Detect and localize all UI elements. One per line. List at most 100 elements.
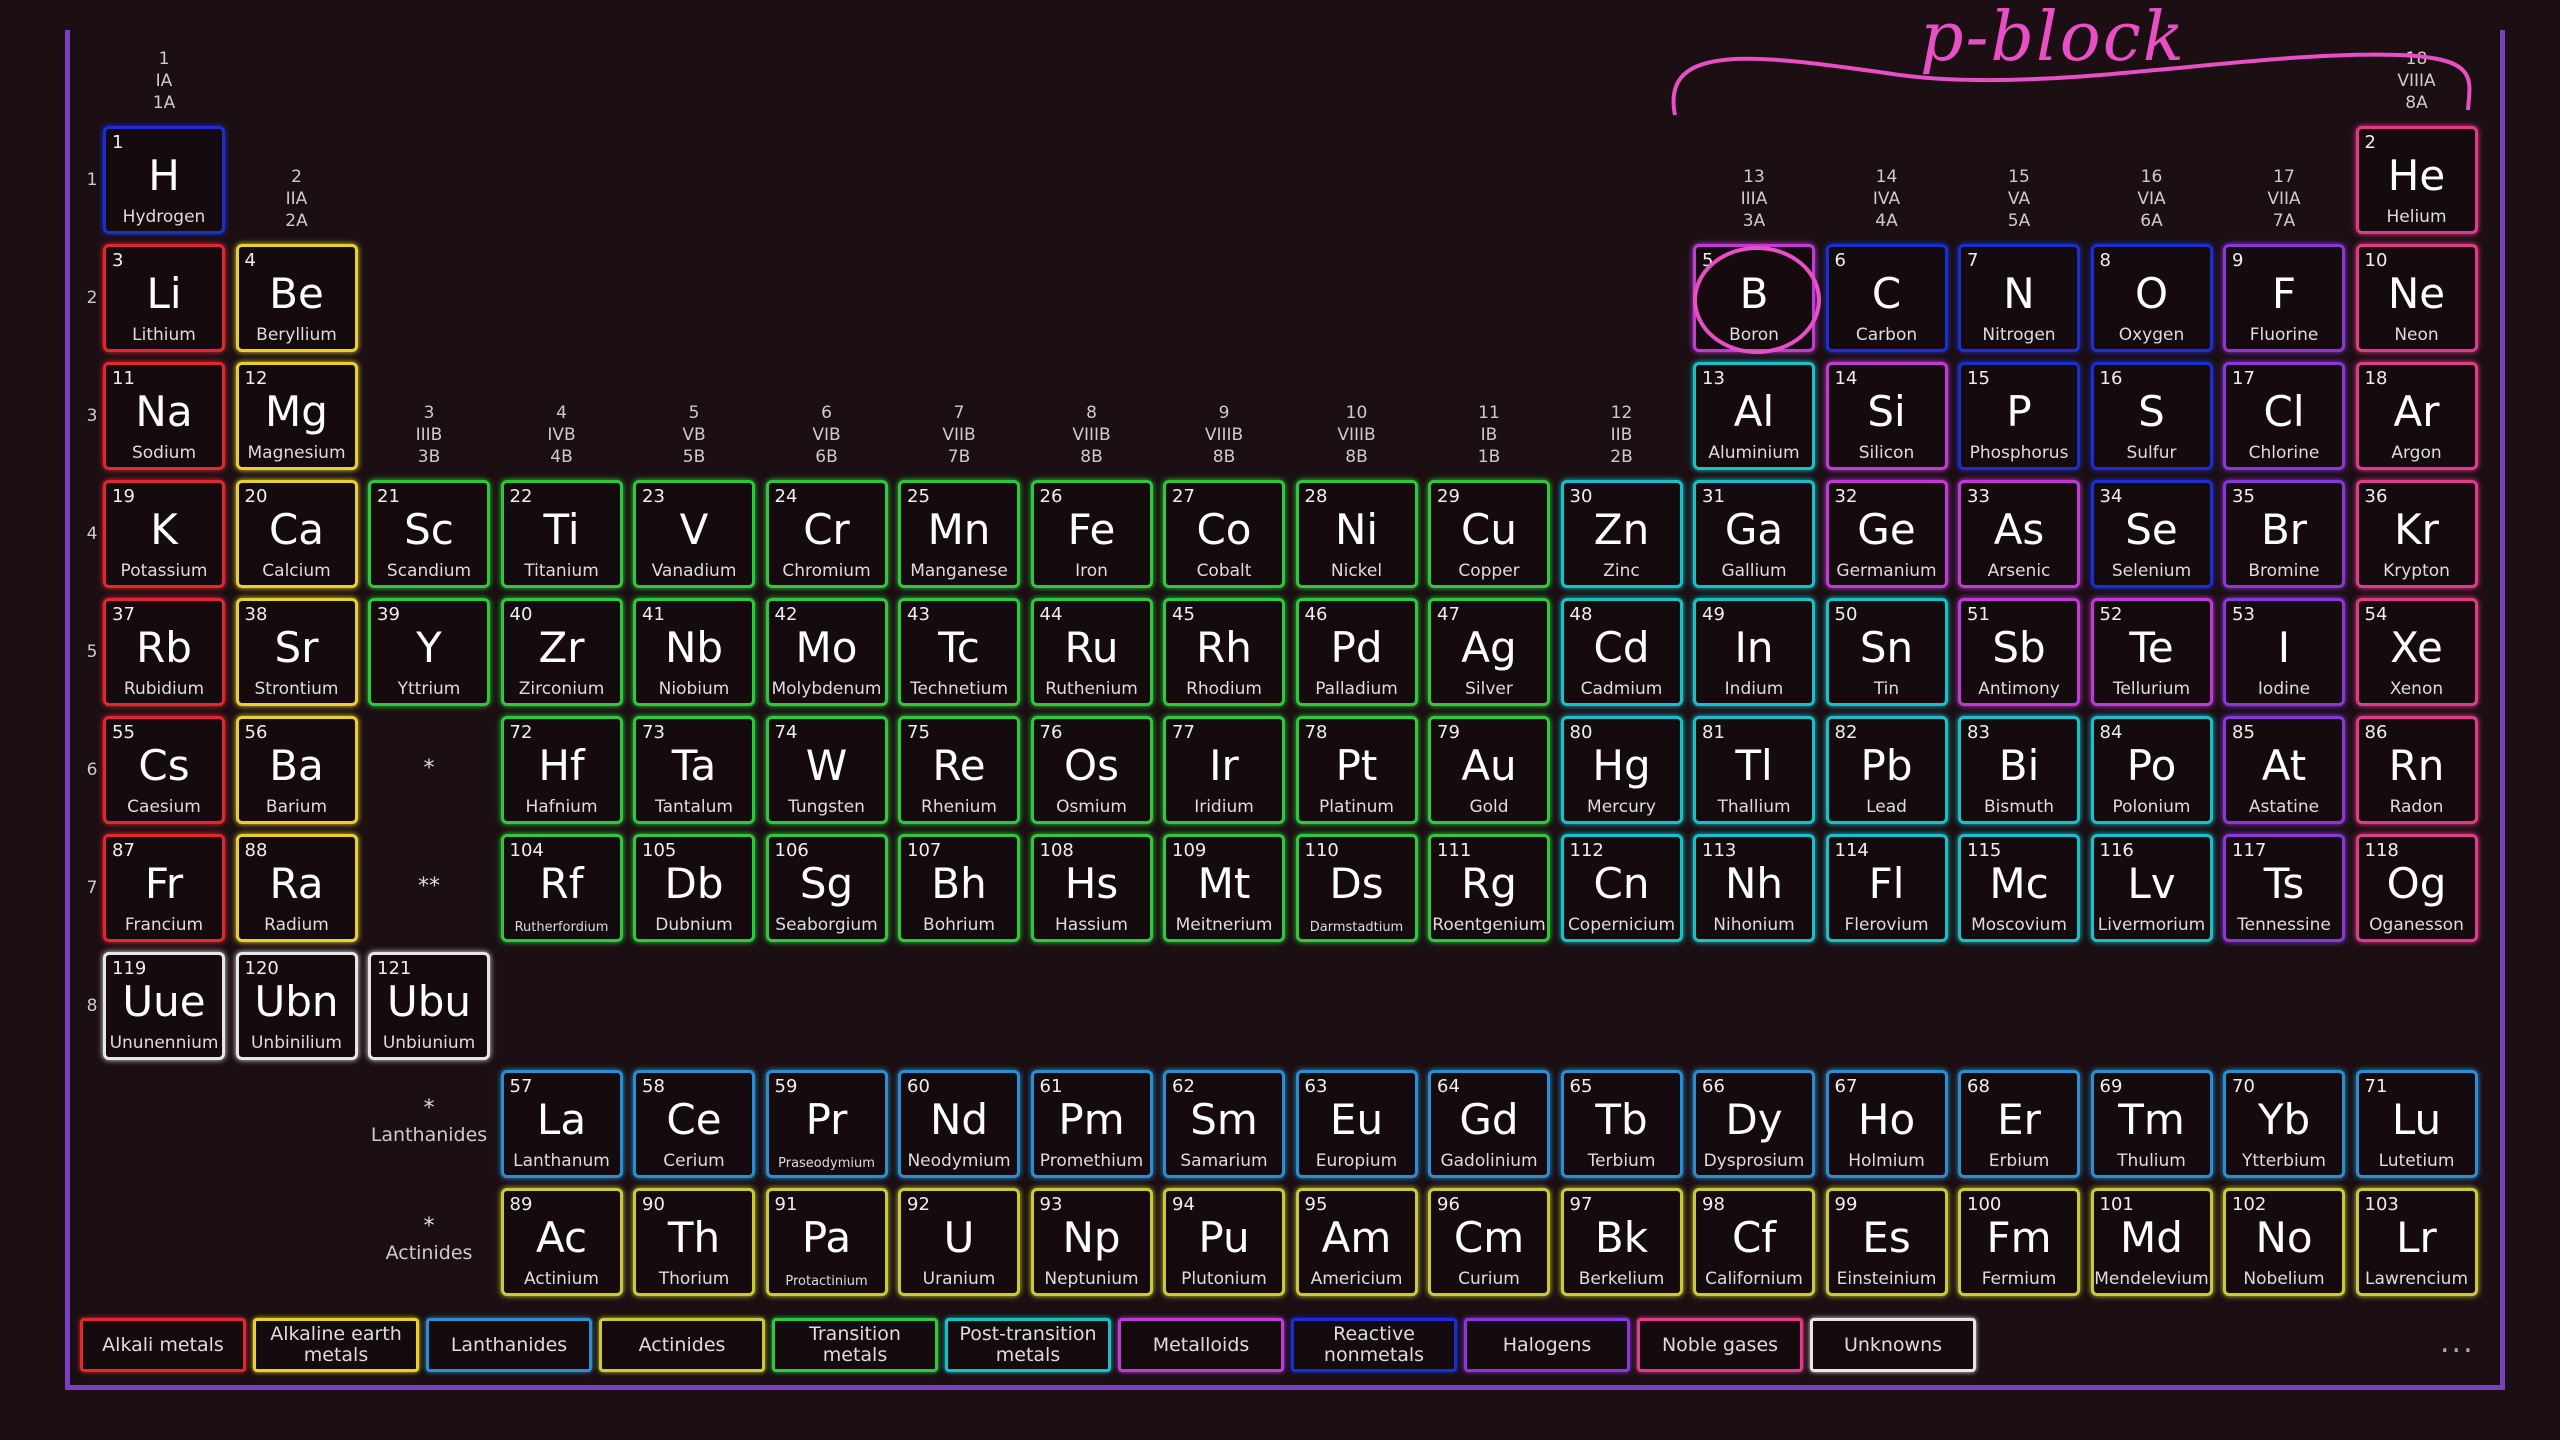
legend-item-noble[interactable]: Noble gases [1637,1318,1803,1372]
element-cell-sb[interactable]: 51 Sb Antimony [1958,598,2080,706]
legend-item-alkaline[interactable]: Alkaline earth metals [253,1318,419,1372]
element-cell-fr[interactable]: 87 Fr Francium [103,834,225,942]
element-cell-ru[interactable]: 44 Ru Ruthenium [1030,598,1153,706]
element-cell-gd[interactable]: 64 Gd Gadolinium [1428,1070,1550,1178]
element-cell-at[interactable]: 85 At Astatine [2223,716,2345,824]
element-cell-eu[interactable]: 63 Eu Europium [1295,1070,1418,1178]
element-cell-k[interactable]: 19 K Potassium [103,480,225,588]
element-cell-u[interactable]: 92 U Uranium [898,1188,1020,1296]
element-cell-fl[interactable]: 114 Fl Flerovium [1825,834,1948,942]
legend-item-unknown[interactable]: Unknowns [1810,1318,1976,1372]
element-cell-yb[interactable]: 70 Yb Ytterbium [2223,1070,2345,1178]
element-cell-uue[interactable]: 119 Uue Ununennium [103,952,225,1060]
element-cell-ho[interactable]: 67 Ho Holmium [1825,1070,1948,1178]
element-cell-th[interactable]: 90 Th Thorium [633,1188,755,1296]
element-cell-nh[interactable]: 113 Nh Nihonium [1693,834,1815,942]
legend-item-nonmetal[interactable]: Reactive nonmetals [1291,1318,1457,1372]
element-cell-na[interactable]: 11 Na Sodium [103,362,225,470]
element-cell-dy[interactable]: 66 Dy Dysprosium [1693,1070,1815,1178]
element-cell-in[interactable]: 49 In Indium [1693,598,1815,706]
element-cell-sc[interactable]: 21 Sc Scandium [368,480,490,588]
element-cell-rn[interactable]: 86 Rn Radon [2355,716,2478,824]
element-cell-bi[interactable]: 83 Bi Bismuth [1958,716,2080,824]
element-cell-xe[interactable]: 54 Xe Xenon [2355,598,2478,706]
element-cell-cl[interactable]: 17 Cl Chlorine [2223,362,2345,470]
element-cell-am[interactable]: 95 Am Americium [1295,1188,1418,1296]
legend-item-alkali[interactable]: Alkali metals [80,1318,246,1372]
element-cell-os[interactable]: 76 Os Osmium [1030,716,1153,824]
element-cell-zn[interactable]: 30 Zn Zinc [1560,480,1683,588]
element-cell-pm[interactable]: 61 Pm Promethium [1030,1070,1153,1178]
element-cell-mt[interactable]: 109 Mt Meitnerium [1163,834,1285,942]
element-cell-fe[interactable]: 26 Fe Iron [1030,480,1153,588]
element-cell-li[interactable]: 3 Li Lithium [103,244,225,352]
element-cell-o[interactable]: 8 O Oxygen [2090,244,2213,352]
element-cell-fm[interactable]: 100 Fm Fermium [1958,1188,2080,1296]
element-cell-cr[interactable]: 24 Cr Chromium [765,480,888,588]
element-cell-mc[interactable]: 115 Mc Moscovium [1958,834,2080,942]
element-cell-cn[interactable]: 112 Cn Copernicium [1560,834,1683,942]
element-cell-i[interactable]: 53 I Iodine [2223,598,2345,706]
element-cell-ca[interactable]: 20 Ca Calcium [235,480,358,588]
element-cell-ds[interactable]: 110 Ds Darmstadtium [1295,834,1418,942]
element-cell-al[interactable]: 13 Al Aluminium [1693,362,1815,470]
element-cell-ubu[interactable]: 121 Ubu Unbiunium [368,952,490,1060]
element-cell-se[interactable]: 34 Se Selenium [2090,480,2213,588]
element-cell-ac[interactable]: 89 Ac Actinium [500,1188,623,1296]
element-cell-tb[interactable]: 65 Tb Terbium [1560,1070,1683,1178]
element-cell-h[interactable]: 1 H Hydrogen [103,126,225,234]
element-cell-ubn[interactable]: 120 Ubn Unbinilium [235,952,358,1060]
legend-item-metalloid[interactable]: Metalloids [1118,1318,1284,1372]
element-cell-si[interactable]: 14 Si Silicon [1825,362,1948,470]
element-cell-es[interactable]: 99 Es Einsteinium [1825,1188,1948,1296]
element-cell-f[interactable]: 9 F Fluorine [2223,244,2345,352]
element-cell-md[interactable]: 101 Md Mendelevium [2090,1188,2213,1296]
element-cell-hf[interactable]: 72 Hf Hafnium [500,716,623,824]
element-cell-kr[interactable]: 36 Kr Krypton [2355,480,2478,588]
element-cell-cm[interactable]: 96 Cm Curium [1428,1188,1550,1296]
element-cell-y[interactable]: 39 Y Yttrium [368,598,490,706]
element-cell-n[interactable]: 7 N Nitrogen [1958,244,2080,352]
element-cell-mo[interactable]: 42 Mo Molybdenum [765,598,888,706]
element-cell-no[interactable]: 102 No Nobelium [2223,1188,2345,1296]
element-cell-tm[interactable]: 69 Tm Thulium [2090,1070,2213,1178]
element-cell-cs[interactable]: 55 Cs Caesium [103,716,225,824]
element-cell-og[interactable]: 118 Og Oganesson [2355,834,2478,942]
element-cell-tl[interactable]: 81 Tl Thallium [1693,716,1815,824]
element-cell-hg[interactable]: 80 Hg Mercury [1560,716,1683,824]
element-cell-as[interactable]: 33 As Arsenic [1958,480,2080,588]
element-cell-pb[interactable]: 82 Pb Lead [1825,716,1948,824]
element-cell-la[interactable]: 57 La Lanthanum [500,1070,623,1178]
element-cell-ce[interactable]: 58 Ce Cerium [633,1070,755,1178]
element-cell-p[interactable]: 15 P Phosphorus [1958,362,2080,470]
element-cell-te[interactable]: 52 Te Tellurium [2090,598,2213,706]
element-cell-ir[interactable]: 77 Ir Iridium [1163,716,1285,824]
element-cell-he[interactable]: 2 He Helium [2355,126,2478,234]
element-cell-po[interactable]: 84 Po Polonium [2090,716,2213,824]
element-cell-pd[interactable]: 46 Pd Palladium [1295,598,1418,706]
element-cell-ne[interactable]: 10 Ne Neon [2355,244,2478,352]
element-cell-lu[interactable]: 71 Lu Lutetium [2355,1070,2478,1178]
element-cell-nd[interactable]: 60 Nd Neodymium [898,1070,1020,1178]
element-cell-ar[interactable]: 18 Ar Argon [2355,362,2478,470]
element-cell-sn[interactable]: 50 Sn Tin [1825,598,1948,706]
element-cell-b[interactable]: 5 B Boron [1693,244,1815,352]
element-cell-ba[interactable]: 56 Ba Barium [235,716,358,824]
element-cell-mg[interactable]: 12 Mg Magnesium [235,362,358,470]
legend-item-actinide[interactable]: Actinides [599,1318,765,1372]
element-cell-ts[interactable]: 117 Ts Tennessine [2223,834,2345,942]
element-cell-tc[interactable]: 43 Tc Technetium [898,598,1020,706]
element-cell-sr[interactable]: 38 Sr Strontium [235,598,358,706]
element-cell-pr[interactable]: 59 Pr Praseodymium [765,1070,888,1178]
element-cell-s[interactable]: 16 S Sulfur [2090,362,2213,470]
element-cell-ag[interactable]: 47 Ag Silver [1428,598,1550,706]
element-cell-sm[interactable]: 62 Sm Samarium [1163,1070,1285,1178]
element-cell-ni[interactable]: 28 Ni Nickel [1295,480,1418,588]
element-cell-c[interactable]: 6 C Carbon [1825,244,1948,352]
element-cell-pt[interactable]: 78 Pt Platinum [1295,716,1418,824]
element-cell-rh[interactable]: 45 Rh Rhodium [1163,598,1285,706]
legend-item-lanthanide[interactable]: Lanthanides [426,1318,592,1372]
element-cell-be[interactable]: 4 Be Beryllium [235,244,358,352]
element-cell-ga[interactable]: 31 Ga Gallium [1693,480,1815,588]
element-cell-pu[interactable]: 94 Pu Plutonium [1163,1188,1285,1296]
